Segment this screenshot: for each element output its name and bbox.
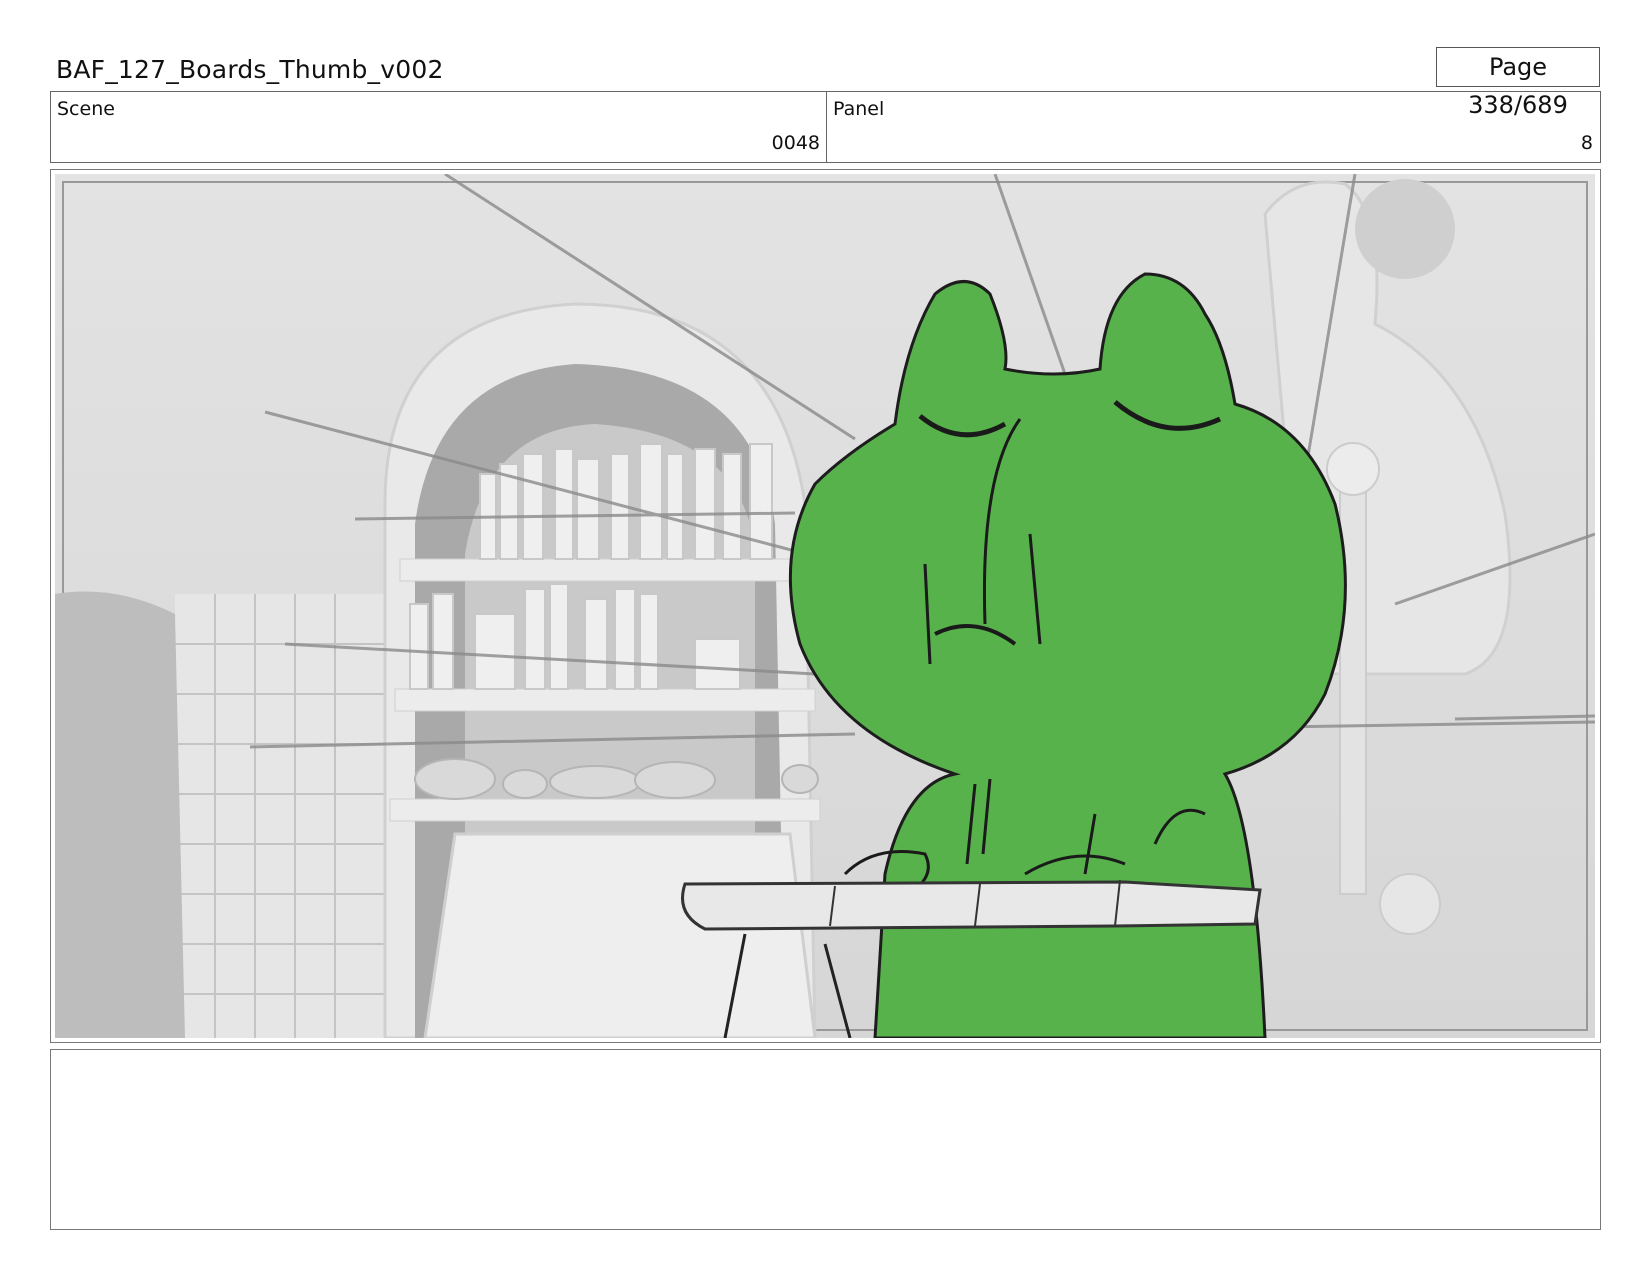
left-appliance bbox=[55, 591, 185, 1038]
panel-cell: Panel 8 bbox=[827, 92, 1599, 162]
panel-value: 8 bbox=[1580, 132, 1593, 154]
lamp-pole bbox=[1339, 473, 1367, 895]
lamp-ball bbox=[1326, 442, 1380, 496]
scene-label: Scene bbox=[57, 98, 115, 120]
panel-label: Panel bbox=[833, 98, 885, 120]
document-title: BAF_127_Boards_Thumb_v002 bbox=[56, 55, 444, 84]
storyboard-frame bbox=[50, 169, 1601, 1043]
scene-panel-header: Scene 0048 Panel 8 bbox=[50, 91, 1601, 163]
scene-cell: Scene 0048 bbox=[51, 92, 827, 162]
scene-value: 0048 bbox=[771, 132, 820, 154]
right-knob bbox=[1355, 179, 1455, 279]
notes-box bbox=[50, 1049, 1601, 1230]
frame-illustration bbox=[55, 174, 1595, 1038]
storyboard-frame-image bbox=[55, 174, 1595, 1038]
page-number-box: Page 338/689 bbox=[1436, 47, 1600, 119]
lamp-ball-lower bbox=[1379, 873, 1441, 935]
